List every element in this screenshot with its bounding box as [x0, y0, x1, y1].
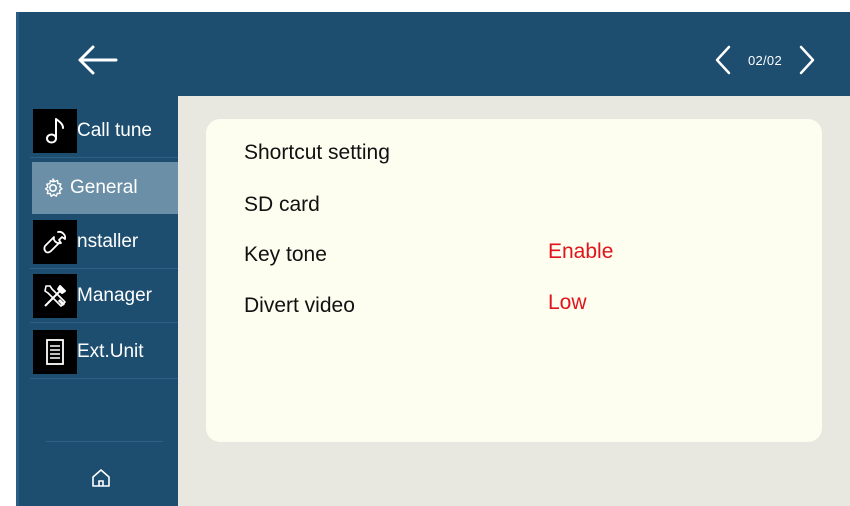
setting-label: Key tone [244, 243, 327, 266]
setting-row-divert-video[interactable]: Divert video Low [244, 288, 804, 328]
document-icon [33, 330, 77, 374]
settings-card: Shortcut setting SD card Key tone Enable… [206, 119, 822, 442]
chevron-left-icon[interactable] [714, 44, 732, 76]
sidebar-item-label: General [70, 177, 138, 198]
home-icon [92, 469, 110, 487]
sidebar-item-label: Ext.Unit [77, 341, 144, 362]
sidebar-item-label: Call tune [77, 120, 152, 141]
chevron-right-icon[interactable] [798, 44, 816, 76]
setting-row-shortcut[interactable]: Shortcut setting [244, 135, 804, 175]
sidebar-item-general[interactable]: General [32, 162, 178, 214]
home-button[interactable] [90, 467, 112, 489]
sidebar-item-label: Manager [77, 285, 152, 306]
app-window: 02/02 Call tune General nstaller Manager… [16, 12, 850, 506]
music-note-icon [33, 109, 77, 153]
divider [46, 441, 163, 442]
setting-row-key-tone[interactable]: Key tone Enable [244, 237, 804, 277]
back-button[interactable] [76, 44, 120, 76]
gear-icon [42, 177, 64, 199]
sidebar-item-label: nstaller [77, 231, 139, 252]
sidebar-item-ext-unit[interactable]: Ext.Unit [30, 326, 178, 379]
setting-value[interactable]: Low [548, 291, 587, 315]
content-area: Shortcut setting SD card Key tone Enable… [178, 96, 850, 506]
page-indicator: 02/02 [747, 52, 782, 68]
top-bar: 02/02 [16, 12, 850, 96]
sidebar-item-manager[interactable]: Manager [30, 270, 178, 323]
sidebar-item-call-tune[interactable]: Call tune [30, 105, 178, 158]
tools-icon [33, 274, 77, 318]
wrench-icon [33, 220, 77, 264]
setting-label: Divert video [244, 294, 355, 317]
setting-label: Shortcut setting [244, 141, 390, 164]
setting-value[interactable]: Enable [548, 240, 613, 264]
setting-label: SD card [244, 193, 320, 216]
setting-row-sd-card[interactable]: SD card [244, 187, 804, 227]
sidebar: Call tune General nstaller Manager Ext.U… [16, 96, 178, 506]
pager: 02/02 [714, 44, 816, 76]
arrow-left-icon [78, 45, 118, 75]
sidebar-item-installer[interactable]: nstaller [30, 216, 178, 269]
